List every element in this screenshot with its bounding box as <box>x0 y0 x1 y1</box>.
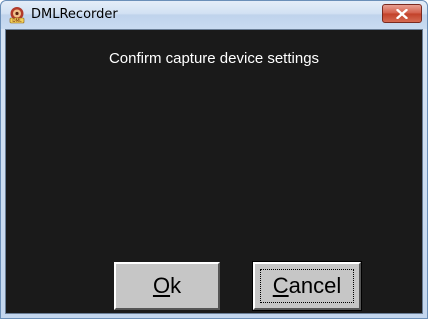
dialog-prompt: Confirm capture device settings <box>108 50 320 67</box>
window-title: DMLRecorder <box>31 7 118 22</box>
app-window: DML DMLRecorder Confirm capture device s… <box>0 0 428 319</box>
ok-button-label: Ok <box>152 273 182 298</box>
close-x-icon <box>396 8 408 19</box>
svg-text:DML: DML <box>12 18 22 23</box>
ok-button[interactable]: Ok <box>114 262 220 310</box>
title-bar[interactable]: DML DMLRecorder <box>1 1 427 29</box>
cancel-button[interactable]: Cancel <box>252 261 362 311</box>
dmlrecorder-app-icon: DML <box>9 7 25 24</box>
dialog-client-area: Confirm capture device settings Ok Cance… <box>5 29 423 314</box>
close-button[interactable] <box>382 4 422 23</box>
cancel-button-label: Cancel <box>272 273 342 298</box>
